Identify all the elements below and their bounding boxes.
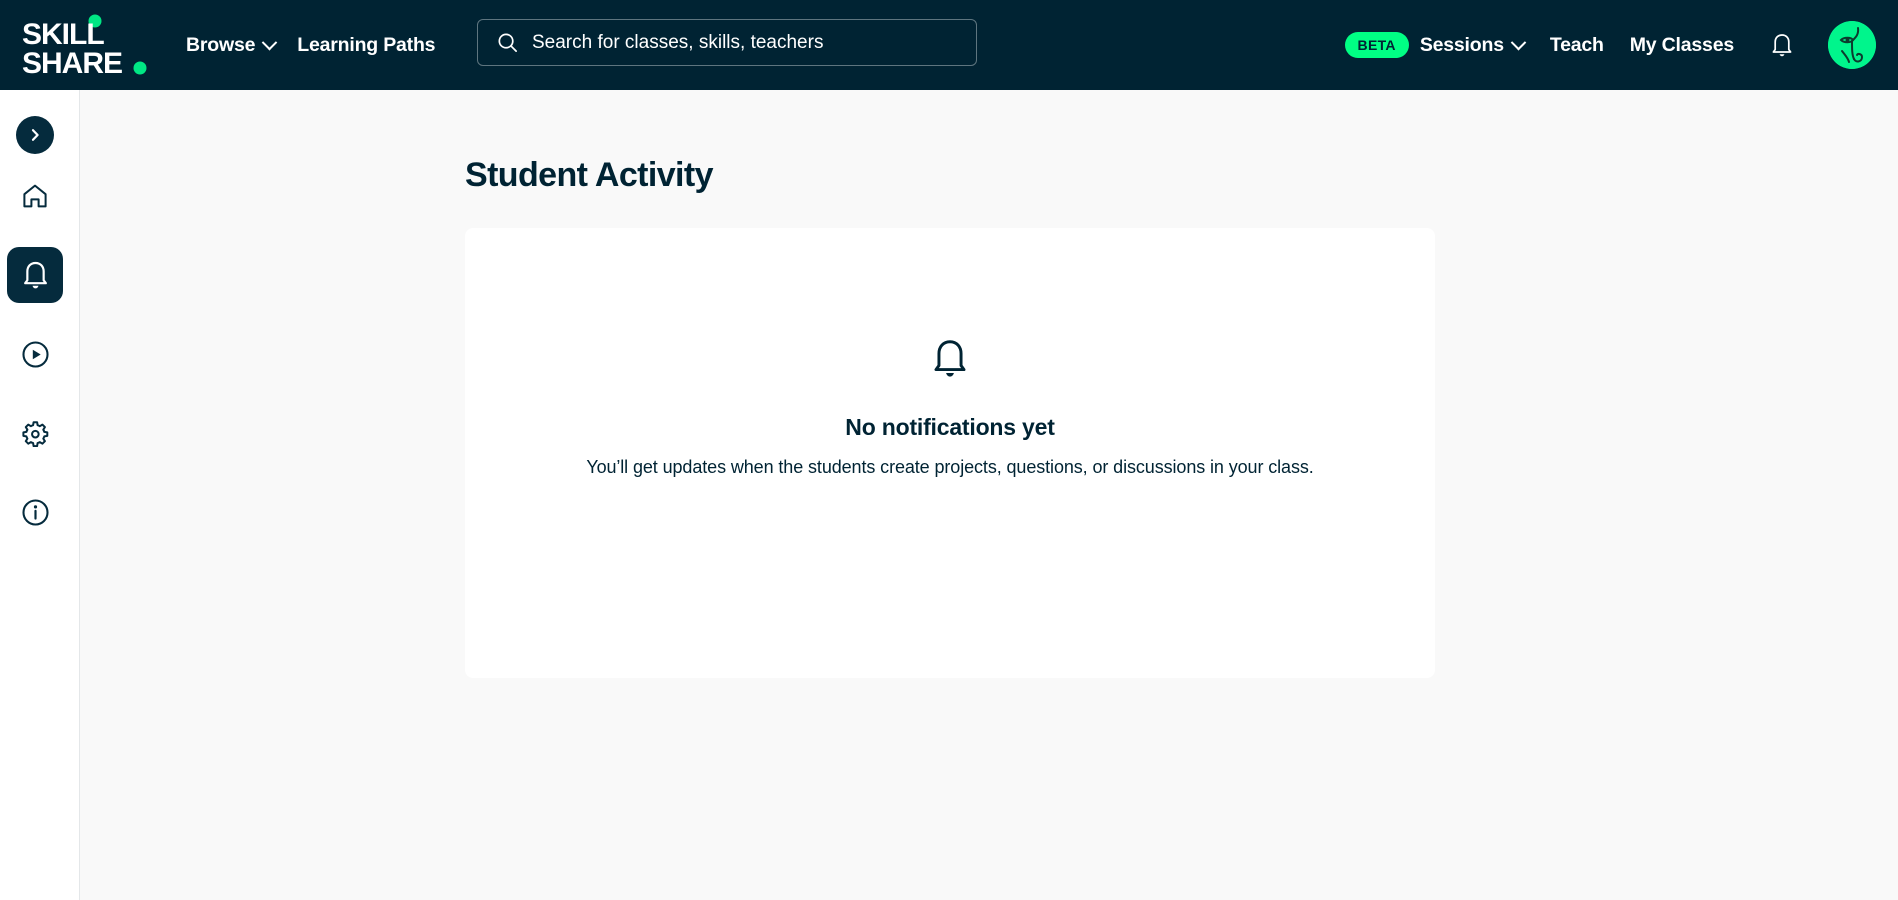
nav-teach[interactable]: Teach — [1550, 34, 1604, 57]
bell-icon — [931, 338, 969, 380]
notifications-button[interactable] — [1767, 29, 1797, 62]
empty-state-subtitle: You’ll get updates when the students cre… — [586, 457, 1313, 478]
search-box[interactable] — [477, 19, 977, 66]
empty-state: No notifications yet You’ll get updates … — [465, 228, 1435, 478]
left-sidebar — [0, 90, 80, 900]
secondary-nav: BETA Sessions Teach My Classes — [1345, 0, 1876, 90]
skillshare-logo[interactable]: SKILL SHARE — [22, 13, 162, 77]
main-content: Student Activity No notifications yet Yo… — [80, 90, 1898, 900]
search-input[interactable] — [532, 32, 952, 54]
search-icon — [496, 31, 519, 54]
page-title: Student Activity — [465, 156, 713, 195]
skillshare-logo-mark: SKILL SHARE — [22, 14, 162, 76]
sidebar-item-home[interactable] — [7, 168, 63, 224]
sidebar-item-play[interactable] — [7, 326, 63, 382]
avatar[interactable] — [1828, 21, 1876, 69]
nav-learning-paths-label: Learning Paths — [297, 34, 435, 57]
home-icon — [21, 182, 49, 210]
nav-my-classes[interactable]: My Classes — [1630, 34, 1734, 57]
bell-icon — [1770, 32, 1794, 59]
nav-browse-label: Browse — [186, 34, 255, 57]
nav-browse[interactable]: Browse — [186, 34, 275, 57]
chevron-down-icon — [1511, 34, 1527, 50]
sidebar-item-settings[interactable] — [7, 405, 63, 461]
nav-sessions[interactable]: Sessions — [1420, 34, 1524, 57]
info-circle-icon — [21, 498, 50, 527]
svg-text:SHARE: SHARE — [22, 47, 122, 76]
bell-icon — [21, 260, 50, 291]
empty-state-icon-wrap — [931, 338, 969, 385]
chevron-right-icon — [27, 127, 43, 143]
student-activity-card: No notifications yet You’ll get updates … — [465, 228, 1435, 678]
primary-nav: Browse Learning Paths — [186, 34, 457, 57]
top-header: SKILL SHARE Browse Learning Paths BETA S… — [0, 0, 1898, 90]
play-circle-icon — [21, 340, 50, 369]
nav-teach-label: Teach — [1550, 34, 1604, 57]
nav-learning-paths[interactable]: Learning Paths — [297, 34, 435, 57]
sidebar-item-info[interactable] — [7, 484, 63, 540]
gear-icon — [21, 419, 49, 447]
avatar-face-icon — [1828, 21, 1876, 69]
sidebar-item-notifications[interactable] — [7, 247, 63, 303]
nav-sessions-label: Sessions — [1420, 34, 1504, 57]
empty-state-title: No notifications yet — [845, 414, 1054, 441]
sidebar-collapse-button[interactable] — [16, 116, 54, 154]
chevron-down-icon — [262, 34, 278, 50]
nav-my-classes-label: My Classes — [1630, 34, 1734, 57]
beta-badge[interactable]: BETA — [1345, 32, 1409, 58]
